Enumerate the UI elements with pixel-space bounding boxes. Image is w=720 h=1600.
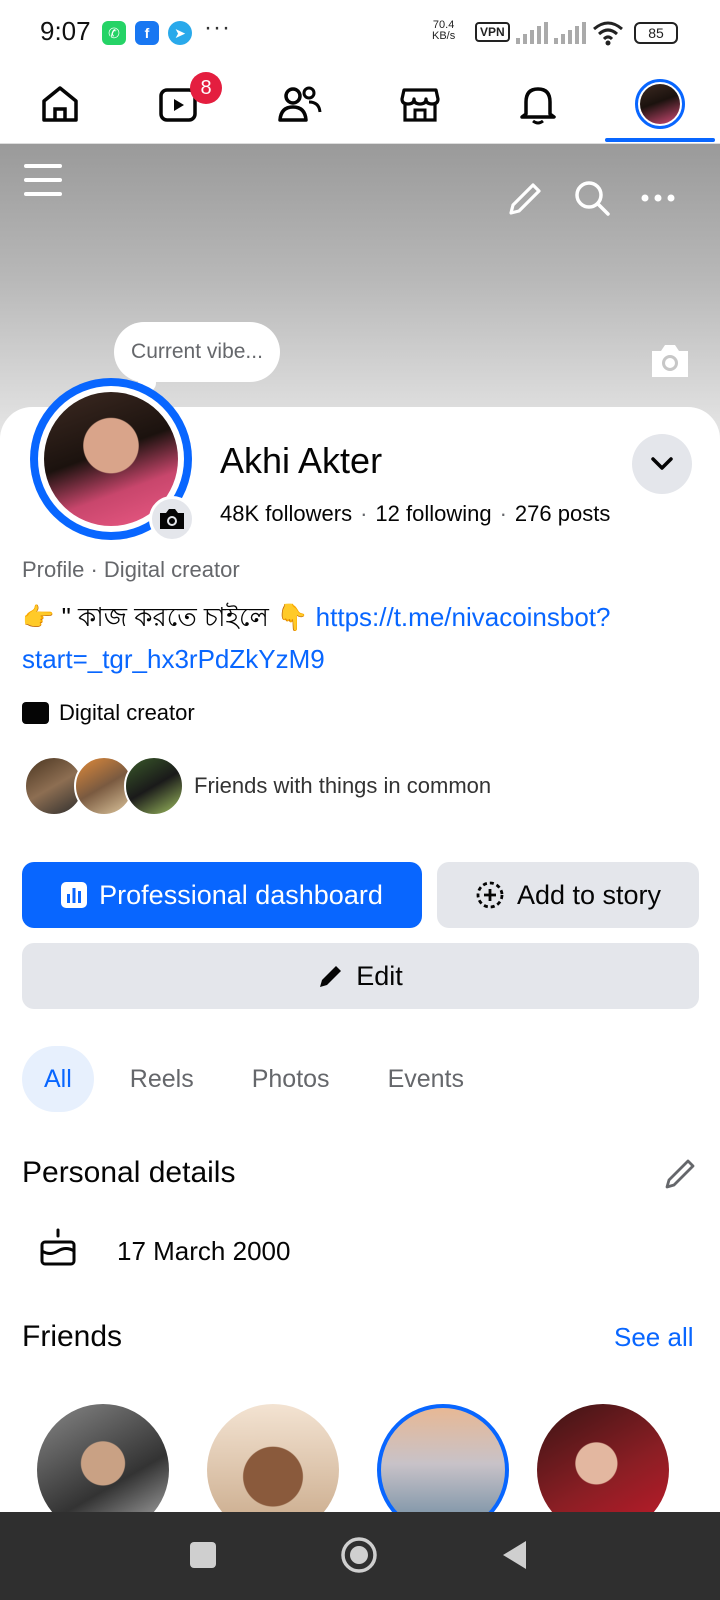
nav-friends[interactable] — [268, 74, 332, 134]
nav-home[interactable] — [28, 74, 92, 134]
profile-category: Digital creator — [103, 557, 240, 582]
avatar-camera-button[interactable] — [149, 496, 195, 542]
cover-camera-icon[interactable] — [648, 342, 692, 380]
status-more-icon: ··· — [204, 14, 231, 41]
top-nav: 8 — [0, 64, 720, 144]
pencil-icon — [320, 966, 342, 987]
clapper-icon — [22, 702, 49, 724]
following-count[interactable]: 12 following — [375, 501, 491, 526]
chart-icon — [61, 882, 88, 908]
whatsapp-icon: ✆ — [102, 21, 126, 45]
category-row: Digital creator — [22, 700, 195, 726]
status-bar: 9:07 ✆ f ➤ ··· 70.4 KB/s VPN 85 — [0, 0, 720, 64]
nav-notifications[interactable] — [506, 74, 570, 134]
telegram-icon: ➤ — [168, 21, 192, 45]
friends-icon — [278, 86, 322, 122]
menu-icon[interactable] — [24, 160, 64, 200]
edit-label: Edit — [356, 960, 403, 991]
profile-name: Akhi Akter — [220, 440, 383, 481]
camera-icon — [160, 509, 184, 529]
home-icon — [42, 86, 78, 122]
dashboard-label: Professional dashboard — [99, 879, 383, 910]
add-story-label: Add to story — [516, 879, 662, 910]
friends-in-common[interactable]: Friends with things in common — [24, 756, 491, 816]
posts-count[interactable]: 276 posts — [515, 501, 610, 526]
video-badge: 8 — [190, 72, 222, 104]
profile-avatar — [635, 79, 685, 129]
mutual-avatar — [124, 756, 184, 816]
category-label: Digital creator — [59, 700, 195, 725]
chevron-down-icon — [651, 457, 673, 470]
search-icon[interactable] — [572, 178, 612, 218]
home-button[interactable] — [340, 1536, 378, 1574]
profile-type: Profile · Digital creator — [22, 557, 240, 582]
nav-marketplace[interactable] — [388, 74, 452, 134]
bell-icon — [520, 87, 556, 125]
network-speed: 70.4 KB/s — [432, 20, 455, 42]
add-to-story-button[interactable]: Add to story — [437, 862, 699, 928]
birthday: 17 March 2000 — [117, 1236, 291, 1266]
marketplace-icon — [400, 88, 440, 122]
edit-details-icon[interactable] — [664, 1156, 698, 1190]
tab-reels[interactable]: Reels — [108, 1046, 216, 1112]
expand-profile-button[interactable] — [632, 434, 692, 494]
vpn-badge: VPN — [475, 22, 510, 42]
add-story-icon — [476, 881, 504, 909]
active-tab-indicator — [605, 138, 715, 142]
birthday-cake-icon — [40, 1228, 76, 1266]
nav-profile[interactable] — [628, 74, 692, 134]
tab-photos[interactable]: Photos — [230, 1046, 352, 1112]
back-button[interactable] — [500, 1539, 530, 1571]
battery-icon: 85 — [634, 22, 678, 44]
personal-details-title: Personal details — [22, 1156, 236, 1189]
current-vibe-bubble[interactable]: Current vibe... — [114, 322, 280, 382]
status-time: 9:07 — [40, 16, 91, 46]
profile-stats: 48K followers · 12 following · 276 posts — [220, 501, 611, 526]
profile-tabs: All Reels Photos Events — [22, 1046, 500, 1112]
signal-icon — [516, 22, 548, 44]
bio-text: 👉 " কাজ করতে চাইলে 👇 — [22, 602, 316, 632]
more-icon[interactable] — [640, 192, 676, 204]
friends-title: Friends — [22, 1320, 123, 1353]
mutual-text: Friends with things in common — [194, 773, 492, 798]
see-all-friends-link[interactable]: See all — [614, 1322, 694, 1353]
tab-all[interactable]: All — [22, 1046, 94, 1112]
facebook-icon: f — [135, 21, 159, 45]
professional-dashboard-button[interactable]: Professional dashboard — [22, 862, 422, 928]
tab-events[interactable]: Events — [366, 1046, 486, 1112]
signal-icon-2 — [554, 22, 586, 44]
profile-label: Profile — [22, 557, 85, 582]
speed-unit: KB/s — [432, 30, 456, 42]
bio: 👉 " কাজ করতে চাইলে 👇 https://t.me/nivaco… — [22, 596, 682, 680]
wifi-icon — [593, 21, 623, 46]
recent-apps-button[interactable] — [190, 1542, 216, 1568]
followers-count[interactable]: 48K followers — [220, 501, 352, 526]
edit-profile-button[interactable]: Edit — [22, 943, 699, 1009]
system-navigation-bar — [0, 1512, 720, 1600]
pencil-icon[interactable] — [506, 180, 544, 218]
